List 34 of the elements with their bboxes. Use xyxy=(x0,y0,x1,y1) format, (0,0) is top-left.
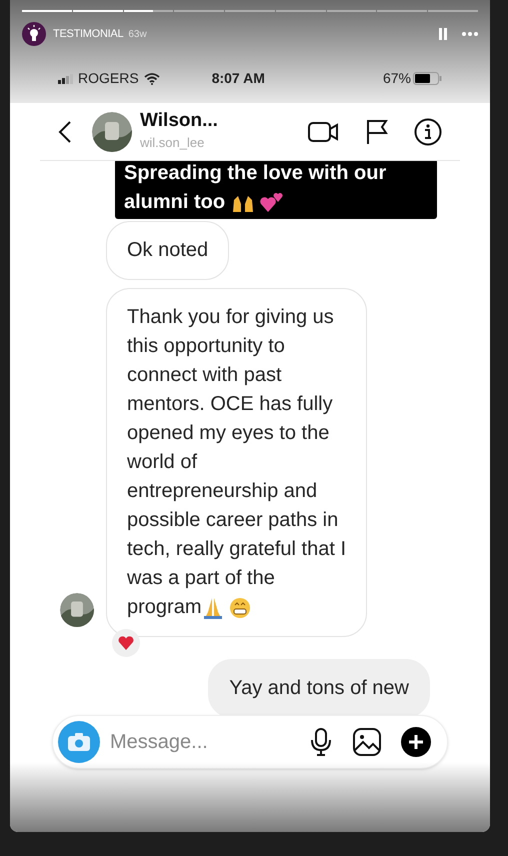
heart-reaction[interactable] xyxy=(112,629,140,657)
carrier-name: ROGERS xyxy=(78,69,139,88)
signal-icon xyxy=(58,74,74,84)
grinning-face-icon xyxy=(229,596,252,619)
lightbulb-icon xyxy=(22,22,46,46)
battery-percentage: 67% xyxy=(382,69,411,88)
profile-avatar xyxy=(92,112,132,152)
phone-time: 8:07 AM xyxy=(212,69,265,88)
heart-icon xyxy=(118,636,134,650)
sender-avatar xyxy=(60,593,94,627)
add-icon[interactable] xyxy=(400,726,432,758)
info-icon[interactable] xyxy=(414,118,442,146)
flag-icon[interactable] xyxy=(364,118,390,144)
message-bubble: Yay and tons of new xyxy=(208,659,430,718)
camera-button[interactable] xyxy=(58,721,100,763)
contact-username: wil.son_lee xyxy=(140,134,206,152)
message-field[interactable]: Message... xyxy=(52,715,448,769)
account-name[interactable]: TESTIMONIAL xyxy=(53,26,124,42)
wifi-icon xyxy=(144,72,160,84)
message-input[interactable]: Message... xyxy=(110,727,306,757)
message-bubble: Thank you for giving us this opportunity to connect with past mentors. OCE has fully opened my eyes to the world of entrepreneurship and possible career paths in tech, really grateful that I was a part of the program xyxy=(106,288,368,637)
pause-icon[interactable] xyxy=(438,28,448,40)
story-age: 63w xyxy=(128,28,147,42)
microphone-icon[interactable] xyxy=(310,727,332,757)
more-icon[interactable] xyxy=(462,32,478,36)
message-bubble: Ok noted xyxy=(106,221,230,280)
back-icon[interactable] xyxy=(58,120,72,144)
contact-name: Wilson... xyxy=(140,110,218,130)
image-icon[interactable] xyxy=(352,727,382,757)
hearts-icon xyxy=(259,192,286,214)
video-camera-icon[interactable] xyxy=(308,120,340,144)
text-sticker: Spreading the love with our alumni too xyxy=(115,161,437,219)
battery-icon xyxy=(413,72,442,85)
camera-icon xyxy=(67,732,91,752)
